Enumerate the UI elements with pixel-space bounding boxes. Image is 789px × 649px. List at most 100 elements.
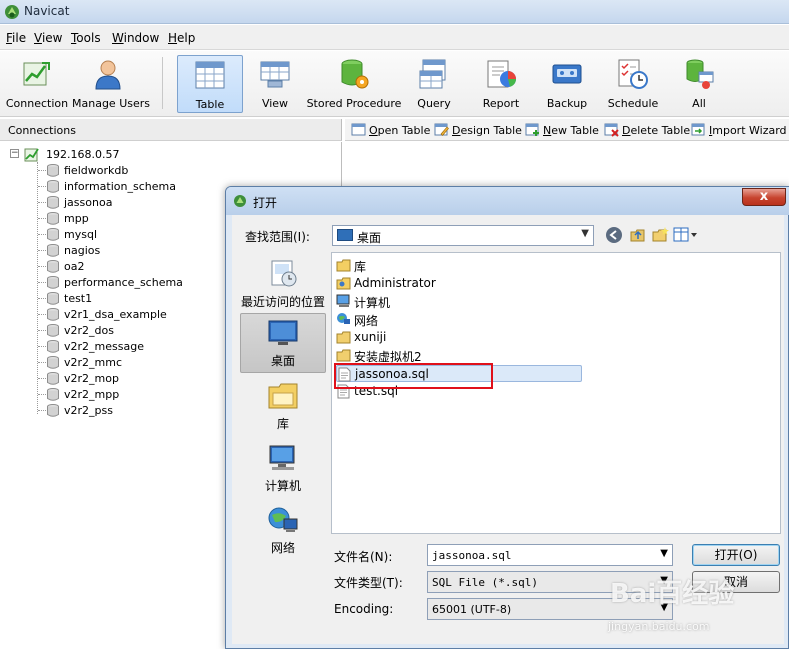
tree-connector: [38, 234, 46, 235]
folder-icon: [336, 349, 351, 362]
database-icon: [47, 388, 59, 401]
import-wizard-button[interactable]: Import Wizard: [691, 122, 787, 138]
menu-view[interactable]: View: [34, 31, 62, 45]
list-item[interactable]: 安装虚拟机2: [336, 347, 582, 364]
tree-connector: [38, 170, 46, 171]
new-folder-icon[interactable]: [651, 226, 669, 244]
chevron-down-icon: ▼: [581, 228, 589, 239]
places-sidebar: 最近访问的位置 桌面 库 计算机 网络: [238, 251, 328, 596]
database-label: v2r2_mpp: [64, 388, 120, 401]
back-icon[interactable]: [605, 226, 623, 244]
app-title: Navicat: [24, 4, 70, 18]
database-label: v2r1_dsa_example: [64, 308, 167, 321]
connection-icon: [23, 62, 50, 86]
libraries-icon: [336, 259, 351, 272]
place-libraries[interactable]: 库: [240, 377, 326, 435]
database-label: v2r2_dos: [64, 324, 114, 337]
toolbar-separator: [162, 57, 163, 109]
view-menu-icon[interactable]: [673, 226, 699, 244]
delete-table-button[interactable]: Delete Table: [604, 122, 690, 138]
navicat-logo-icon: [234, 195, 246, 207]
list-item[interactable]: xuniji: [336, 329, 582, 346]
all-objects-button[interactable]: All: [674, 55, 724, 113]
filetype-label: 文件类型(T):: [334, 576, 403, 590]
database-icon: [47, 276, 59, 289]
network-icon: [337, 313, 350, 324]
database-label: information_schema: [64, 180, 176, 193]
list-item[interactable]: 计算机: [336, 293, 582, 310]
schedule-button[interactable]: Schedule: [604, 55, 662, 113]
menu-help[interactable]: Help: [168, 31, 195, 45]
place-desktop[interactable]: 桌面: [240, 313, 326, 373]
open-table-button[interactable]: Open Table: [351, 122, 431, 138]
database-icon: [47, 196, 59, 209]
database-label: test1: [64, 292, 93, 305]
folder-icon: [336, 331, 351, 344]
chevron-down-icon[interactable]: ▼: [660, 548, 668, 559]
database-icon: [47, 404, 59, 417]
query-button[interactable]: Query: [408, 55, 460, 113]
database-label: v2r2_mmc: [64, 356, 123, 369]
up-folder-icon[interactable]: [629, 226, 647, 244]
database-icon: [47, 164, 59, 177]
manage-users-button[interactable]: Manage Users: [72, 55, 150, 113]
place-computer[interactable]: 计算机: [240, 439, 326, 497]
database-icon: [47, 212, 59, 225]
backup-icon: [552, 64, 582, 84]
desktop-icon: [337, 229, 353, 241]
import-wizard-icon: [691, 123, 705, 136]
look-in-select[interactable]: 桌面 ▼: [332, 225, 594, 246]
menu-tools[interactable]: Tools: [71, 31, 101, 45]
backup-button[interactable]: Backup: [540, 55, 594, 113]
list-item[interactable]: Administrator: [336, 275, 582, 292]
tree-connector: [38, 202, 46, 203]
query-icon: [419, 59, 446, 89]
close-icon: x: [759, 189, 769, 204]
tree-connector: [38, 282, 46, 283]
place-recent[interactable]: 最近访问的位置: [240, 255, 326, 313]
tree-connector: [38, 378, 46, 379]
navicat-logo-icon: [5, 5, 19, 19]
new-table-button[interactable]: New Table: [525, 122, 599, 138]
report-icon: [487, 60, 516, 88]
all-objects-icon: [686, 59, 714, 89]
report-button[interactable]: Report: [474, 55, 528, 113]
place-network[interactable]: 网络: [240, 501, 326, 559]
tree-connector: [38, 186, 46, 187]
menu-file[interactable]: File: [6, 31, 26, 45]
table-button[interactable]: Table: [177, 55, 243, 113]
close-button[interactable]: x: [742, 188, 786, 206]
connection-label: 192.168.0.57: [46, 148, 120, 161]
dialog-title-bar: 打开 x: [226, 187, 789, 215]
database-label: v2r2_mop: [64, 372, 119, 385]
design-table-icon: [434, 123, 449, 136]
title-bar: Navicat: [0, 0, 789, 24]
watermark-url: jingyan.baidu.com: [608, 620, 710, 633]
main-toolbar: Connection Manage Users Table View Store…: [0, 51, 789, 117]
open-button[interactable]: 打开(O): [692, 544, 780, 566]
view-icon: [260, 61, 290, 88]
database-icon: [47, 340, 59, 353]
tree-connector: [38, 298, 46, 299]
menu-window[interactable]: Window: [112, 31, 159, 45]
new-table-icon: [525, 123, 539, 136]
dialog-title: 打开: [253, 196, 278, 210]
recent-places-icon: [271, 260, 297, 287]
view-button[interactable]: View: [248, 55, 302, 113]
tree-item-database[interactable]: fieldworkdb: [38, 162, 328, 178]
collapse-toggle-icon[interactable]: −: [10, 149, 19, 158]
tree-connector: [38, 218, 46, 219]
database-icon: [47, 244, 59, 257]
connection-button[interactable]: Connection: [4, 55, 70, 113]
tree-connector: [38, 314, 46, 315]
database-icon: [47, 228, 59, 241]
user-icon: [95, 60, 121, 90]
stored-procedure-button[interactable]: Stored Procedure: [306, 55, 402, 113]
database-label: v2r2_message: [64, 340, 144, 353]
filename-input[interactable]: jassonoa.sql ▼: [427, 544, 673, 566]
design-table-button[interactable]: Design Table: [434, 122, 522, 138]
tree-connector: [38, 394, 46, 395]
list-item[interactable]: 库: [336, 257, 582, 274]
file-list[interactable]: 库 Administrator 计算机 网络 xuniji 安装虚拟机2 jas…: [331, 252, 781, 534]
list-item[interactable]: 网络: [336, 311, 582, 328]
